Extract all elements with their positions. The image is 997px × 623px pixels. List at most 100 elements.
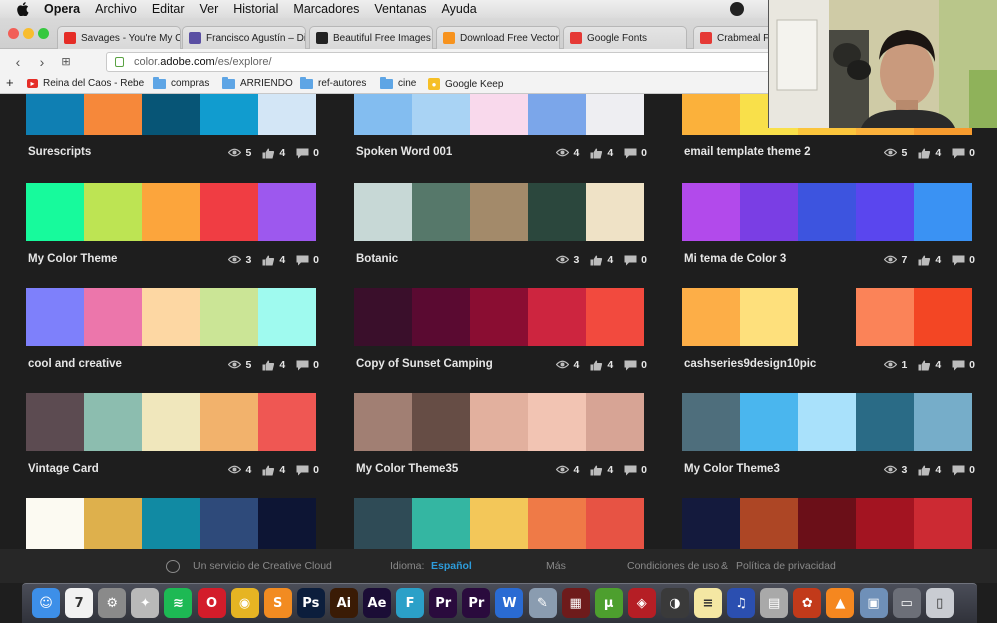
color-swatch[interactable] bbox=[412, 288, 470, 346]
theme-card[interactable]: My Color Theme 3 4 0 bbox=[26, 183, 319, 273]
menu-ayuda[interactable]: Ayuda bbox=[442, 2, 477, 16]
comments-icon[interactable] bbox=[624, 360, 637, 371]
likes-icon[interactable] bbox=[262, 360, 275, 371]
dock-quicktime-icon[interactable]: ◑ bbox=[660, 588, 689, 618]
menubar-tray-icon[interactable] bbox=[730, 2, 744, 16]
color-swatch[interactable] bbox=[142, 94, 200, 135]
language-selector[interactable]: Español bbox=[431, 560, 472, 572]
color-swatch[interactable] bbox=[26, 94, 84, 135]
color-swatch[interactable] bbox=[682, 94, 740, 135]
theme-swatches[interactable] bbox=[682, 288, 972, 346]
theme-name[interactable]: My Color Theme3 bbox=[684, 463, 780, 475]
theme-swatches[interactable] bbox=[26, 498, 316, 549]
color-swatch[interactable] bbox=[856, 498, 914, 549]
close-window-icon[interactable] bbox=[8, 28, 19, 39]
theme-name[interactable]: Surescripts bbox=[28, 146, 91, 158]
color-swatch[interactable] bbox=[200, 498, 258, 549]
dock-archive-icon[interactable]: ▤ bbox=[760, 588, 789, 618]
comments-icon[interactable] bbox=[624, 255, 637, 266]
color-swatch[interactable] bbox=[26, 498, 84, 549]
color-swatch[interactable] bbox=[258, 393, 316, 451]
dock-unarchiver-icon[interactable]: ✎ bbox=[528, 588, 557, 618]
likes-icon[interactable] bbox=[262, 465, 275, 476]
theme-name[interactable]: Spoken Word 001 bbox=[356, 146, 452, 158]
color-swatch[interactable] bbox=[586, 393, 644, 451]
color-swatch[interactable] bbox=[26, 183, 84, 241]
dock-after-effects-icon[interactable]: Ae bbox=[363, 588, 391, 618]
color-swatch[interactable] bbox=[354, 288, 412, 346]
browser-tab[interactable]: Savages - You're My Ch bbox=[57, 26, 181, 49]
theme-name[interactable]: Botanic bbox=[356, 253, 398, 265]
forward-icon[interactable]: › bbox=[34, 54, 50, 70]
color-swatch[interactable] bbox=[740, 288, 798, 346]
comments-icon[interactable] bbox=[624, 148, 637, 159]
theme-card[interactable]: Copy of Sunset Camping 4 4 0 bbox=[354, 288, 647, 378]
theme-card[interactable]: Vintage Card 4 4 0 bbox=[26, 393, 319, 483]
dock-trash-icon[interactable]: ▯ bbox=[925, 588, 954, 618]
theme-swatches[interactable] bbox=[682, 183, 972, 241]
color-swatch[interactable] bbox=[586, 94, 644, 135]
color-swatch[interactable] bbox=[528, 498, 586, 549]
dock-sublime-text-icon[interactable]: S bbox=[263, 588, 292, 618]
theme-card[interactable]: Botanic 3 4 0 bbox=[354, 183, 647, 273]
color-swatch[interactable] bbox=[142, 393, 200, 451]
browser-tab[interactable]: Francisco Agustín – Disc bbox=[182, 26, 306, 49]
color-swatch[interactable] bbox=[798, 183, 856, 241]
color-swatch[interactable] bbox=[528, 94, 586, 135]
menu-opera[interactable]: Opera bbox=[44, 2, 80, 16]
theme-card[interactable] bbox=[26, 498, 316, 549]
dock-preview-icon[interactable]: ✦ bbox=[131, 588, 160, 618]
browser-tab[interactable]: Download Free Vector A bbox=[436, 26, 560, 49]
add-bookmark-icon[interactable]: + bbox=[6, 75, 14, 90]
privacy-link[interactable]: Política de privacidad bbox=[736, 560, 836, 572]
color-swatch[interactable] bbox=[586, 498, 644, 549]
likes-icon[interactable] bbox=[262, 148, 275, 159]
bookmark-item[interactable]: ▸ Reina del Caos - Rebe bbox=[27, 78, 144, 89]
color-swatch[interactable] bbox=[914, 288, 972, 346]
color-swatch[interactable] bbox=[258, 498, 316, 549]
color-swatch[interactable] bbox=[354, 498, 412, 549]
color-swatch[interactable] bbox=[470, 393, 528, 451]
color-swatch[interactable] bbox=[200, 393, 258, 451]
browser-tab[interactable]: Beautiful Free Images | bbox=[309, 26, 433, 49]
dock-spotify-icon[interactable]: ≋ bbox=[164, 588, 193, 618]
dock-utorrent-icon[interactable]: µ bbox=[594, 588, 623, 618]
apple-menu-icon[interactable] bbox=[14, 2, 32, 16]
terms-link[interactable]: Condiciones de uso bbox=[627, 560, 719, 572]
dock-photo-booth-icon[interactable]: ▦ bbox=[561, 588, 590, 618]
color-swatch[interactable] bbox=[470, 94, 528, 135]
color-swatch[interactable] bbox=[84, 498, 142, 549]
color-swatch[interactable] bbox=[740, 183, 798, 241]
theme-name[interactable]: cool and creative bbox=[28, 358, 122, 370]
color-swatch[interactable] bbox=[528, 288, 586, 346]
theme-card[interactable]: My Color Theme35 4 4 0 bbox=[354, 393, 647, 483]
color-swatch[interactable] bbox=[200, 183, 258, 241]
color-swatch[interactable] bbox=[586, 288, 644, 346]
menu-historial[interactable]: Historial bbox=[233, 2, 278, 16]
bookmark-item[interactable]: ARRIENDO bbox=[222, 76, 293, 89]
color-swatch[interactable] bbox=[412, 498, 470, 549]
theme-name[interactable]: My Color Theme bbox=[28, 253, 117, 265]
comments-icon[interactable] bbox=[952, 148, 965, 159]
dock-games-icon[interactable]: ✿ bbox=[793, 588, 822, 618]
back-icon[interactable]: ‹ bbox=[10, 54, 26, 70]
likes-icon[interactable] bbox=[262, 255, 275, 266]
theme-swatches[interactable] bbox=[26, 288, 316, 346]
bookmark-item[interactable]: ref-autores bbox=[300, 76, 366, 89]
comments-icon[interactable] bbox=[296, 465, 309, 476]
theme-swatches[interactable] bbox=[682, 498, 972, 549]
color-swatch[interactable] bbox=[354, 94, 412, 135]
color-swatch[interactable] bbox=[84, 183, 142, 241]
color-swatch[interactable] bbox=[682, 498, 740, 549]
dock-vlc-icon[interactable]: ▲ bbox=[826, 588, 855, 618]
dock-illustrator-icon[interactable]: Ai bbox=[329, 588, 358, 618]
color-swatch[interactable] bbox=[740, 498, 798, 549]
color-swatch[interactable] bbox=[412, 183, 470, 241]
dock-photoshop-icon[interactable]: Ps bbox=[296, 588, 325, 618]
color-swatch[interactable] bbox=[142, 498, 200, 549]
color-swatch[interactable] bbox=[856, 393, 914, 451]
theme-card[interactable] bbox=[354, 498, 644, 549]
footer-more-link[interactable]: Más bbox=[546, 560, 566, 572]
likes-icon[interactable] bbox=[590, 255, 603, 266]
color-swatch[interactable] bbox=[84, 288, 142, 346]
